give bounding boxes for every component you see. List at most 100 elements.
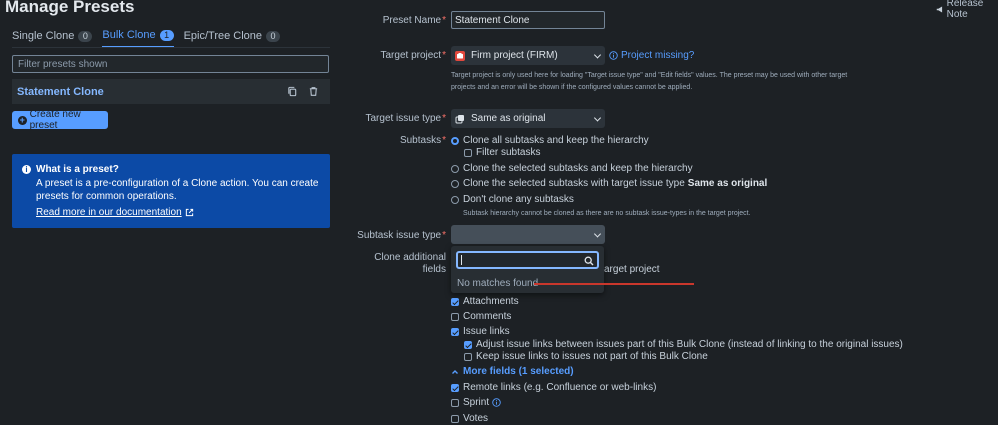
option-label: Comments [463,311,512,322]
count-badge: 1 [159,29,174,41]
checkbox-wrap [451,414,459,423]
project-avatar-icon [455,50,465,61]
count-badge: 0 [266,30,281,42]
tab-label: Bulk Clone [102,29,156,41]
subtask-issue-type-select[interactable] [451,225,605,244]
checkbox[interactable] [451,312,459,321]
chevron-down-icon [593,50,602,59]
target-issue-type-label: Target issue type* [0,113,446,124]
subtasks-clone-selected-type-option[interactable]: Clone the selected subtasks with target … [451,178,767,189]
preset-list-item[interactable]: Statement Clone [12,79,330,104]
issue-links-option[interactable]: Issue links [451,326,510,337]
project-missing-label: Project missing? [621,50,695,61]
filter-subtasks-option[interactable]: Filter subtasks [464,147,540,158]
radio[interactable] [451,195,459,204]
target-project-label-text: Target project [380,50,442,61]
target-issue-type-select[interactable]: Same as original [451,109,605,128]
subtasks-hint: Subtask hierarchy cannot be cloned as th… [463,210,751,217]
option-label: Filter subtasks [476,147,541,158]
tab-label: Epic/Tree Clone [183,30,263,42]
info-icon [609,51,618,60]
info-icon: i [22,165,31,174]
radio[interactable] [451,179,459,188]
documentation-link-label: Read more in our documentation [36,207,182,218]
subtasks-clone-all-option[interactable]: Clone all subtasks and keep the hierarch… [451,135,649,146]
option-label: Clone all subtasks and keep the hierarch… [463,135,649,146]
project-missing-link[interactable]: Project missing? [609,50,694,61]
adjust-links-option[interactable]: Adjust issue links between issues part o… [464,339,903,350]
preset-name-label: Preset Name* [0,15,446,26]
checkbox-checked[interactable] [451,327,459,336]
copy-icon[interactable] [287,86,298,97]
required-marker: * [442,113,446,124]
radio-selected[interactable] [451,136,459,145]
preset-name-label-text: Preset Name [382,15,442,26]
required-marker: * [442,15,446,26]
target-project-select[interactable]: Firm project (FIRM) [451,46,605,65]
sprint-option[interactable]: Sprint [451,397,501,408]
subtasks-dont-clone-option[interactable]: Don't clone any subtasks [451,194,574,205]
documentation-link[interactable]: Read more in our documentation [36,207,194,218]
target-project-hint: Target project is only used here for loa… [451,72,848,91]
checkbox-wrap [464,352,472,361]
required-marker: * [442,230,446,241]
search-icon [584,256,594,266]
subtask-issue-type-dropdown: No matches found [451,246,604,293]
checkbox-checked[interactable] [451,383,459,392]
more-fields-toggle[interactable]: More fields (1 selected) [451,366,574,377]
votes-option[interactable]: Votes [451,413,488,424]
preset-name: Statement Clone [17,85,104,98]
partially-hidden-option-text: arget project [604,264,660,275]
required-marker: * [442,135,446,146]
subtasks-clone-selected-option[interactable]: Clone the selected subtasks and keep the… [451,163,693,174]
megaphone-icon [936,5,943,13]
keep-links-option[interactable]: Keep issue links to issues not part of t… [464,351,708,362]
radio[interactable] [451,164,459,173]
annotation-red-line [534,283,694,285]
option-label: Clone the selected subtasks with target … [463,178,685,189]
chevron-up-icon [452,369,458,374]
count-badge: 0 [78,30,93,42]
more-fields-label: More fields (1 selected) [463,366,574,377]
release-notes-link[interactable]: Release Note [936,0,998,20]
checkbox-wrap [451,312,459,321]
checkbox-wrap [451,327,459,336]
checkbox-wrap [464,148,472,157]
preset-name-input[interactable]: Statement Clone [451,11,605,29]
target-issue-type-label-text: Target issue type [365,113,442,124]
option-label: Issue links [463,326,510,337]
checkbox[interactable] [464,148,472,157]
info-title: What is a preset? [36,164,119,175]
checkbox[interactable] [451,398,459,407]
trash-icon[interactable] [308,86,319,97]
subtask-issue-type-label-text: Subtask issue type [357,230,442,241]
tab-single-clone[interactable]: Single Clone 0 [12,29,93,48]
option-label: Adjust issue links between issues part o… [476,339,903,350]
info-icon[interactable] [492,398,501,407]
checkbox[interactable] [464,352,472,361]
external-link-icon [185,208,193,217]
target-project-value: Firm project (FIRM) [471,50,558,61]
info-text: A preset is a pre-configuration of a Clo… [36,178,319,202]
checkbox-checked[interactable] [464,340,472,349]
target-issue-type-value: Same as original [471,113,546,124]
attachments-option[interactable]: Attachments [451,296,519,307]
option-label: Sprint [463,397,490,408]
option-label: Keep issue links to issues not part of t… [476,351,708,362]
checkbox-wrap [451,297,459,306]
checkbox-wrap [464,340,472,349]
remote-links-option[interactable]: Remote links (e.g. Confluence or web-lin… [451,382,656,393]
comments-option[interactable]: Comments [451,311,511,322]
release-notes-label: Release Note [946,0,984,20]
target-project-label: Target project* [0,50,447,61]
dropdown-search-input[interactable] [456,251,599,269]
tab-epic-tree-clone[interactable]: Epic/Tree Clone 0 [183,29,281,48]
clone-additional-fields-label: Clone additional fields [0,252,446,276]
checkbox-checked[interactable] [451,297,459,306]
tab-bulk-clone[interactable]: Bulk Clone 1 [102,29,174,48]
checkbox[interactable] [451,414,459,423]
checkbox-wrap [451,383,459,392]
tabs-divider [12,47,330,48]
chevron-down-icon [593,229,602,238]
clone-type-tabs: Single Clone 0 Bulk Clone 1 Epic/Tree Cl… [12,29,290,48]
